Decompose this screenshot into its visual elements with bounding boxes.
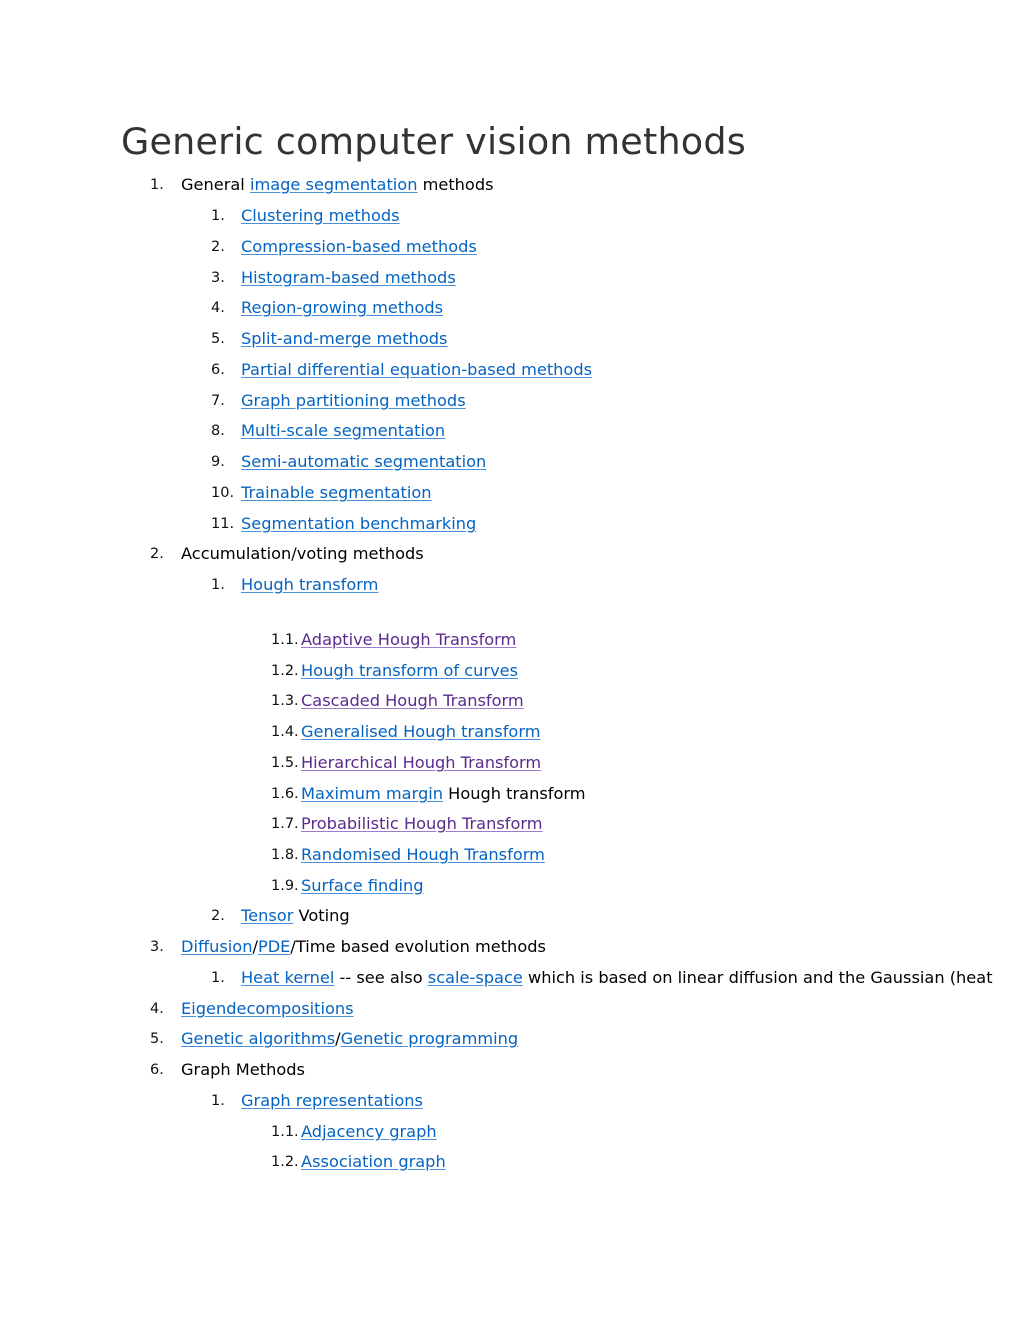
link-association-graph[interactable]: Association graph xyxy=(301,1152,446,1171)
list-number: 3. xyxy=(150,939,164,955)
link-multi-scale-segmentation[interactable]: Multi-scale segmentation xyxy=(241,421,445,440)
link-cascaded-hough-transform[interactable]: Cascaded Hough Transform xyxy=(301,691,524,710)
link-scale-space[interactable]: scale-space xyxy=(428,968,523,987)
link-graph-representations[interactable]: Graph representations xyxy=(241,1091,423,1110)
list-number: 8. xyxy=(211,423,225,439)
link-genetic-programming[interactable]: Genetic programming xyxy=(341,1029,519,1048)
link-adjacency-graph[interactable]: Adjacency graph xyxy=(301,1122,437,1141)
text-span: methods xyxy=(417,175,494,194)
list-number: 4. xyxy=(211,300,225,316)
list-number: 1. xyxy=(211,577,225,593)
list-text: Accumulation/voting methods xyxy=(181,544,424,563)
link-compression-based-methods[interactable]: Compression-based methods xyxy=(241,237,477,256)
text-span: /Time based evolution methods xyxy=(290,937,546,956)
link-graph-partitioning-methods[interactable]: Graph partitioning methods xyxy=(241,391,466,410)
list-number: 6. xyxy=(150,1062,164,1078)
link-tensor[interactable]: Tensor xyxy=(241,906,293,925)
list-number: 1.1. xyxy=(271,632,299,648)
list-number: 5. xyxy=(211,331,225,347)
list-number: 1.2. xyxy=(271,1154,299,1170)
list-number: 1.3. xyxy=(271,693,299,709)
list-number: 6. xyxy=(211,362,225,378)
link-eigendecompositions[interactable]: Eigendecompositions xyxy=(181,999,354,1018)
list-text: General image segmentation methods xyxy=(181,173,494,197)
link-diffusion[interactable]: Diffusion xyxy=(181,937,252,956)
list-number: 1.8. xyxy=(271,847,299,863)
list-number: 1. xyxy=(150,177,164,193)
page-title: Generic computer vision methods xyxy=(121,120,746,163)
list-number: 4. xyxy=(150,1001,164,1017)
list-number: 7. xyxy=(211,393,225,409)
list-number: 1.1. xyxy=(271,1124,299,1140)
link-segmentation-benchmarking[interactable]: Segmentation benchmarking xyxy=(241,514,476,533)
link-randomised-hough-transform[interactable]: Randomised Hough Transform xyxy=(301,845,545,864)
text-span: Voting xyxy=(293,906,350,925)
link-probabilistic-hough-transform[interactable]: Probabilistic Hough Transform xyxy=(301,814,543,833)
link-surface-finding[interactable]: Surface finding xyxy=(301,876,424,895)
text-span: General xyxy=(181,175,250,194)
link-split-and-merge-methods[interactable]: Split-and-merge methods xyxy=(241,329,447,348)
link-trainable-segmentation[interactable]: Trainable segmentation xyxy=(241,483,432,502)
list-number: 1. xyxy=(211,1093,225,1109)
list-number: 10. xyxy=(211,485,235,501)
link-hough-transform[interactable]: Hough transform xyxy=(241,575,378,594)
list-number: 2. xyxy=(211,908,225,924)
text-span: which is based on linear diffusion and t… xyxy=(522,968,993,987)
link-hough-transform-of-curves[interactable]: Hough transform of curves xyxy=(301,661,518,680)
list-text: Graph Methods xyxy=(181,1060,305,1079)
link-pde[interactable]: PDE xyxy=(258,937,290,956)
document-page: Generic computer vision methods 1. Gener… xyxy=(0,0,1020,1320)
list-number: 1.7. xyxy=(271,816,299,832)
list-number: 3. xyxy=(211,270,225,286)
link-image-segmentation[interactable]: image segmentation xyxy=(250,175,418,194)
list-number: 1.2. xyxy=(271,663,299,679)
link-adaptive-hough-transform[interactable]: Adaptive Hough Transform xyxy=(301,630,516,649)
link-maximum-margin[interactable]: Maximum margin xyxy=(301,784,443,803)
text-span: Hough transform xyxy=(443,784,586,803)
list-number: 2. xyxy=(150,546,164,562)
list-number: 11. xyxy=(211,516,235,532)
list-number: 2. xyxy=(211,239,225,255)
list-number: 1.4. xyxy=(271,724,299,740)
link-heat-kernel[interactable]: Heat kernel xyxy=(241,968,334,987)
text-span: -- see also xyxy=(334,968,428,987)
link-semi-automatic-segmentation[interactable]: Semi-automatic segmentation xyxy=(241,452,486,471)
link-generalised-hough-transform[interactable]: Generalised Hough transform xyxy=(301,722,540,741)
list-number: 1. xyxy=(211,970,225,986)
link-genetic-algorithms[interactable]: Genetic algorithms xyxy=(181,1029,335,1048)
list-number: 9. xyxy=(211,454,225,470)
list-number: 1.5. xyxy=(271,755,299,771)
link-clustering-methods[interactable]: Clustering methods xyxy=(241,206,400,225)
link-region-growing-methods[interactable]: Region-growing methods xyxy=(241,298,443,317)
link-hierarchical-hough-transform[interactable]: Hierarchical Hough Transform xyxy=(301,753,541,772)
link-histogram-based-methods[interactable]: Histogram-based methods xyxy=(241,268,456,287)
list-number: 1.6. xyxy=(271,786,299,802)
list-number: 1. xyxy=(211,208,225,224)
list-number: 5. xyxy=(150,1031,164,1047)
list-number: 1.9. xyxy=(271,878,299,894)
link-pde-based-methods[interactable]: Partial differential equation-based meth… xyxy=(241,360,592,379)
